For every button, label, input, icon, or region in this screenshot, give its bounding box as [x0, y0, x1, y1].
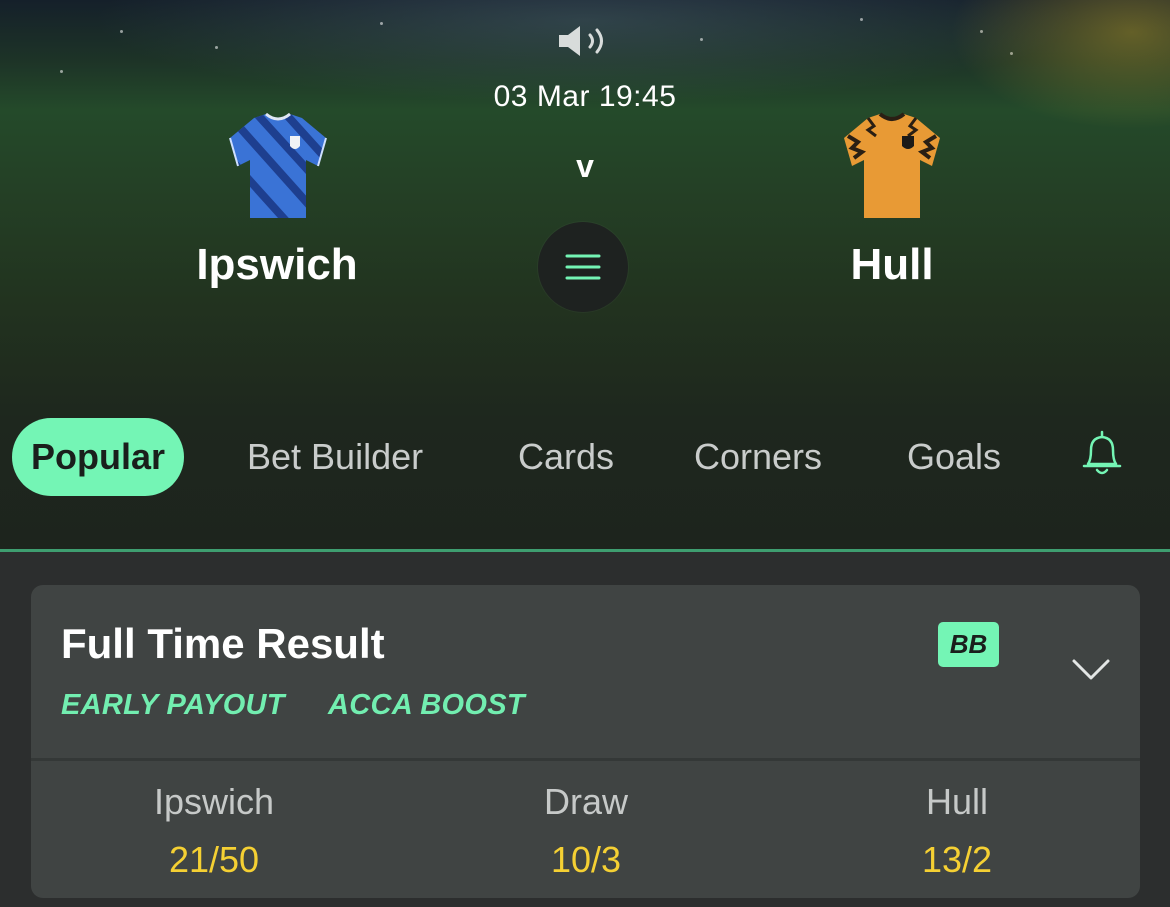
stadium-light: [60, 70, 63, 73]
market-card-full-time-result[interactable]: Full Time Result EARLY PAYOUT ACCA BOOST…: [31, 585, 1140, 898]
stadium-light: [980, 30, 983, 33]
versus-label: v: [576, 148, 594, 184]
selection-home[interactable]: Ipswich 21/50: [64, 781, 364, 881]
selection-label: Ipswich: [153, 781, 275, 822]
stadium-light: [860, 18, 863, 21]
market-tabs: Popular Bet Builder Cards Corners Goals: [0, 418, 1170, 496]
acca-boost-tag: ACCA BOOST: [328, 689, 525, 721]
tab-corners[interactable]: Corners: [694, 418, 822, 496]
tab-goals[interactable]: Goals: [907, 418, 1001, 496]
home-team-name: Ipswich: [196, 240, 358, 289]
stadium-light: [120, 30, 123, 33]
match-datetime: 03 Mar 19:45: [493, 80, 677, 113]
hamburger-menu-icon: [565, 254, 601, 280]
tab-popular[interactable]: Popular: [12, 418, 185, 496]
stadium-light: [700, 38, 703, 41]
stadium-light: [1010, 52, 1013, 55]
card-divider: [31, 758, 1140, 761]
selection-label: Draw: [543, 781, 628, 822]
bet-builder-badge: BB: [938, 622, 999, 667]
stadium-light: [380, 22, 383, 25]
stadium-light: [215, 46, 218, 49]
selection-away[interactable]: Hull 13/2: [807, 781, 1107, 881]
selection-odds: 10/3: [550, 839, 622, 880]
tab-cards[interactable]: Cards: [518, 418, 614, 496]
market-title: Full Time Result: [61, 620, 385, 667]
match-menu-button[interactable]: [538, 222, 628, 312]
selection-odds: 21/50: [168, 839, 260, 880]
early-payout-tag: EARLY PAYOUT: [61, 689, 285, 721]
tab-bet-builder[interactable]: Bet Builder: [247, 418, 423, 496]
away-team-name: Hull: [850, 240, 934, 289]
speaker-icon[interactable]: [556, 24, 616, 58]
chevron-down-icon[interactable]: [1071, 657, 1111, 683]
bell-icon[interactable]: [1078, 428, 1126, 478]
selection-odds: 13/2: [921, 839, 993, 880]
selection-label: Hull: [925, 781, 988, 822]
selection-draw[interactable]: Draw 10/3: [436, 781, 736, 881]
tabs-divider: [0, 549, 1170, 552]
